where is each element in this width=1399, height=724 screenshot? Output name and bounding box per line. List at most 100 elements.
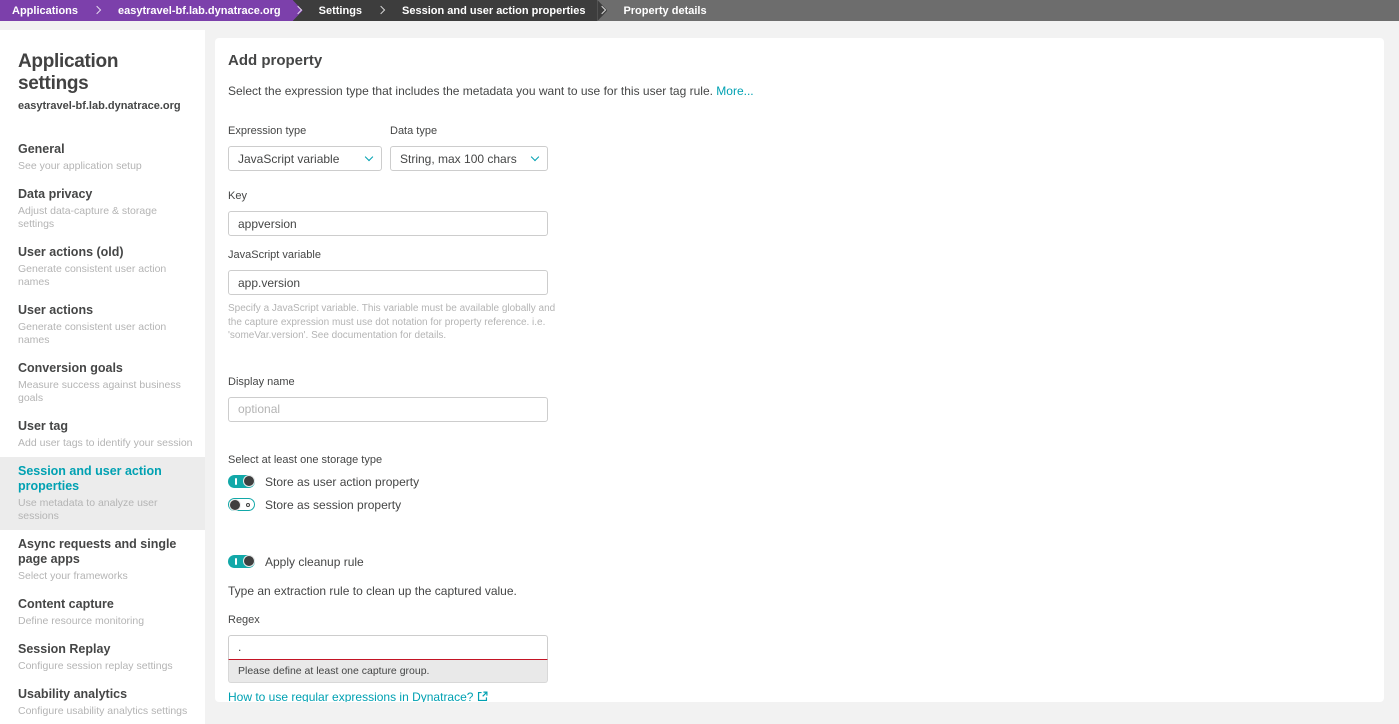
chevron-right-icon	[376, 5, 386, 15]
sidebar-item-label: Async requests and single page apps	[18, 537, 177, 566]
breadcrumb-item-session-properties[interactable]: Session and user action properties	[390, 0, 598, 21]
expression-type-label: Expression type	[228, 125, 307, 137]
storage-type-group: Select at least one storage type Store a…	[228, 454, 1384, 512]
sidebar-item-user-actions-old-[interactable]: User actions (old) Generate consistent u…	[0, 238, 205, 296]
sidebar-item-async-requests-and-single-page-apps[interactable]: Async requests and single page apps Sele…	[0, 530, 205, 590]
regex-group: Regex Please define at least one capture…	[228, 613, 1384, 703]
sidebar-item-general[interactable]: General See your application setup	[0, 135, 205, 180]
breadcrumb-label: Property details	[623, 4, 707, 17]
selected-value: String, max 100 chars	[400, 151, 517, 166]
sidebar-item-label: User actions (old)	[18, 245, 124, 259]
chevron-right-icon	[293, 5, 302, 15]
sidebar-item-description: Use metadata to analyze user sessions	[18, 497, 158, 522]
toggle-on-icon	[235, 558, 237, 565]
display-name-group: Display name	[228, 376, 1384, 422]
breadcrumb-label: easytravel-bf.lab.dynatrace.org	[118, 4, 281, 17]
sidebar-item-description: Configure usability analytics settings	[18, 705, 188, 717]
breadcrumb-separator	[597, 0, 612, 21]
sidebar-item-session-replay[interactable]: Session Replay Configure session replay …	[0, 635, 205, 680]
sidebar-item-session-and-user-action-properties[interactable]: Session and user action properties Use m…	[0, 457, 205, 530]
cleanup-rule-group: Apply cleanup rule Type an extraction ru…	[228, 555, 1384, 703]
sidebar-item-usability-analytics[interactable]: Usability analytics Configure usability …	[0, 680, 205, 724]
regex-label: Regex	[228, 613, 260, 626]
data-type-select[interactable]: String, max 100 chars	[390, 146, 548, 171]
toggle-knob	[229, 498, 241, 511]
type-selects-row: Expression type JavaScript variable Data…	[228, 125, 1384, 171]
user-action-property-row: Store as user action property	[228, 475, 1384, 489]
js-variable-group: JavaScript variable Specify a JavaScript…	[228, 249, 1384, 343]
external-link-icon	[478, 691, 488, 702]
store-user-action-toggle[interactable]	[228, 475, 255, 488]
regex-docs-link[interactable]: How to use regular expressions in Dynatr…	[228, 690, 473, 703]
sidebar-item-label: Conversion goals	[18, 361, 123, 375]
sidebar-item-conversion-goals[interactable]: Conversion goals Measure success against…	[0, 354, 205, 412]
intro-text: Select the expression type that includes…	[228, 84, 713, 98]
key-input[interactable]	[228, 211, 548, 236]
sidebar-item-label: Data privacy	[18, 187, 93, 201]
breadcrumb-label: Applications	[12, 4, 79, 17]
sidebar-item-data-privacy[interactable]: Data privacy Adjust data-capture & stora…	[0, 180, 205, 238]
sidebar-item-label: Usability analytics	[18, 687, 128, 701]
add-property-panel: Add property Select the expression type …	[215, 38, 1384, 702]
sidebar-item-description: See your application setup	[18, 160, 142, 172]
js-variable-input[interactable]	[228, 270, 548, 295]
breadcrumb-separator	[90, 0, 107, 21]
page-title: Application settings	[18, 51, 119, 94]
application-name: easytravel-bf.lab.dynatrace.org	[18, 100, 181, 112]
sidebar-item-content-capture[interactable]: Content capture Define resource monitori…	[0, 590, 205, 635]
sidebar-nav: General See your application setup Data …	[0, 135, 205, 724]
display-name-input[interactable]	[228, 396, 548, 422]
sidebar-item-description: Select your frameworks	[18, 570, 128, 582]
chevron-right-icon	[598, 5, 607, 15]
session-property-row: Store as session property	[228, 498, 1384, 512]
store-session-toggle[interactable]	[228, 498, 255, 511]
sidebar-item-description: Measure success against business goals	[18, 379, 181, 404]
sidebar-item-description: Adjust data-capture & storage settings	[18, 205, 157, 230]
storage-type-label: Select at least one storage type	[228, 453, 383, 466]
toggle-label: Apply cleanup rule	[265, 554, 364, 569]
regex-docs-row: How to use regular expressions in Dynatr…	[228, 690, 488, 703]
data-type-group: Data type String, max 100 chars	[390, 125, 548, 171]
regex-input[interactable]	[228, 634, 548, 660]
js-variable-label: JavaScript variable	[228, 249, 321, 261]
more-link[interactable]: More...	[716, 84, 753, 98]
chevron-right-icon	[92, 5, 102, 15]
breadcrumb-item-applications[interactable]: Applications	[0, 0, 91, 21]
breadcrumb-label: Settings	[318, 4, 363, 17]
breadcrumb-separator	[374, 0, 391, 21]
sidebar-item-description: Add user tags to identify your session	[18, 437, 193, 449]
sidebar-item-description: Generate consistent user action names	[18, 263, 167, 288]
breadcrumb-label: Session and user action properties	[402, 4, 586, 17]
sidebar-item-label: User actions	[18, 303, 94, 317]
sidebar-item-label: Session and user action properties	[18, 464, 162, 493]
sidebar-item-user-tag[interactable]: User tag Add user tags to identify your …	[0, 412, 205, 457]
sidebar-item-label: Session Replay	[18, 642, 111, 656]
sidebar-item-label: Content capture	[18, 597, 114, 611]
toggle-knob	[243, 555, 255, 567]
breadcrumb-item-application[interactable]: easytravel-bf.lab.dynatrace.org	[106, 0, 293, 21]
toggle-knob	[243, 475, 255, 487]
regex-error-message: Please define at least one capture group…	[228, 659, 548, 683]
key-label: Key	[228, 190, 247, 202]
selected-value: JavaScript variable	[238, 151, 340, 166]
settings-sidebar: Application settings easytravel-bf.lab.d…	[0, 30, 205, 724]
sidebar-item-description: Generate consistent user action names	[18, 321, 167, 346]
apply-cleanup-row: Apply cleanup rule	[228, 555, 1384, 569]
panel-intro: Select the expression type that includes…	[228, 84, 1384, 98]
js-variable-help: Specify a JavaScript variable. This vari…	[228, 303, 556, 341]
expression-type-select[interactable]: JavaScript variable	[228, 146, 382, 171]
sidebar-item-user-actions[interactable]: User actions Generate consistent user ac…	[0, 296, 205, 354]
toggle-on-icon	[235, 478, 237, 485]
expression-type-group: Expression type JavaScript variable	[228, 125, 382, 171]
sidebar-item-description: Define resource monitoring	[18, 615, 145, 627]
key-group: Key	[228, 190, 1384, 236]
apply-cleanup-toggle[interactable]	[228, 555, 255, 568]
breadcrumb-item-property-details: Property details	[611, 0, 719, 21]
chevron-down-icon	[530, 152, 540, 162]
toggle-off-icon	[246, 502, 250, 507]
sidebar-item-label: General	[18, 142, 65, 156]
breadcrumb: Applications easytravel-bf.lab.dynatrace…	[0, 0, 1399, 21]
sidebar-header: Application settings easytravel-bf.lab.d…	[0, 30, 205, 112]
data-type-label: Data type	[390, 125, 438, 137]
breadcrumb-item-settings[interactable]: Settings	[306, 0, 375, 21]
